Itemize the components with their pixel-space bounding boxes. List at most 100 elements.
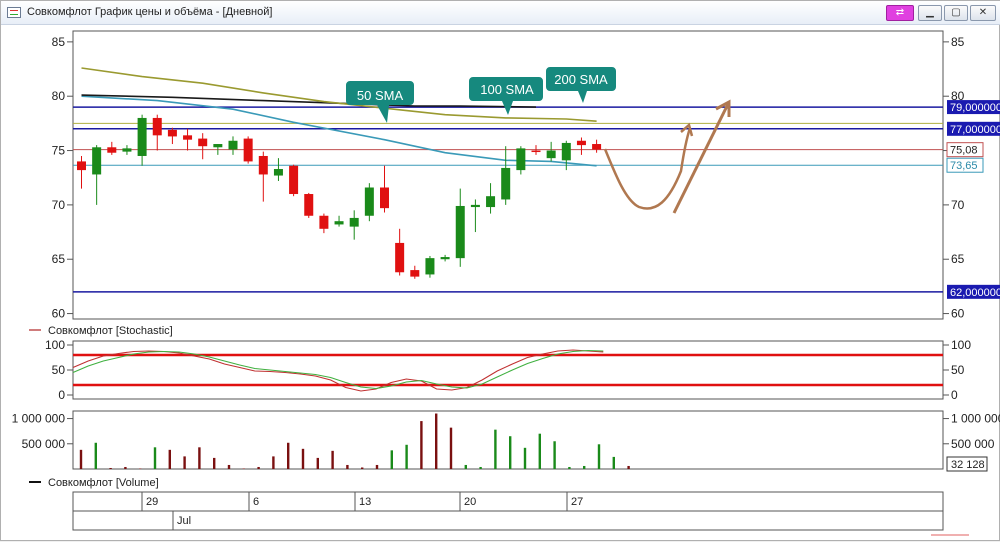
volume-bar — [168, 449, 171, 469]
stoch-tick-label-right: 100 — [951, 338, 971, 352]
date-tick-label: 27 — [571, 496, 583, 508]
volume-bar — [79, 449, 83, 469]
candle-body — [258, 155, 268, 175]
link-button[interactable]: ⇄ — [886, 5, 914, 21]
level-label: 62,000000 — [950, 287, 1000, 299]
volume-bar — [435, 413, 438, 469]
stoch-tick-label-left: 100 — [45, 338, 65, 352]
title-bar[interactable]: Совкомфлот График цены и объёма - [Дневн… — [1, 1, 1000, 25]
volume-bar — [227, 464, 231, 469]
price-axis-left: 85 80 75 70 65 60 — [52, 35, 73, 321]
candle-body — [228, 140, 238, 150]
candle-body — [107, 147, 117, 153]
volume-bar — [109, 467, 112, 469]
volume-bar — [597, 444, 601, 469]
volume-bar — [272, 456, 275, 469]
stoch-tick-label-right: 0 — [951, 388, 958, 402]
minimize-button[interactable]: ▁ — [918, 5, 942, 21]
candle-body — [395, 242, 405, 273]
price-tick-label-left: 80 — [52, 89, 66, 103]
volume-bar — [361, 467, 364, 469]
date-tick-label: 6 — [253, 496, 259, 508]
candle-body — [546, 150, 556, 159]
month-label: Jul — [177, 515, 191, 527]
candle-body — [319, 215, 329, 229]
price-panel[interactable]: 85 80 75 70 65 60 85 80 75 70 65 60 50 SMA 100 SMA — [52, 30, 1000, 321]
volume-bar — [331, 450, 334, 469]
price-label: 73,65 — [950, 160, 978, 172]
candle-body — [198, 138, 208, 147]
price-tick-label-left: 60 — [52, 307, 66, 321]
candle-body — [92, 147, 102, 175]
volume-bar — [523, 447, 527, 469]
volume-bar — [538, 433, 541, 469]
volume-bar — [375, 464, 379, 469]
volume-tick-label-left: 1 000 000 — [12, 412, 66, 426]
stoch-tick-label-right: 50 — [951, 363, 965, 377]
price-label: 75,08 — [950, 145, 978, 157]
date-axis[interactable]: 29 6 13 20 27 Jul — [72, 491, 944, 531]
price-tick-label-left: 85 — [52, 35, 66, 49]
stochastic-panel[interactable]: Совкомфлот [Stochastic] 100 100 50 50 0 0 — [29, 325, 971, 402]
volume-bar — [257, 466, 260, 469]
stoch-tick-label-left: 50 — [52, 363, 66, 377]
callout-label-50: 50 SMA — [357, 88, 404, 103]
candle-body — [561, 142, 571, 161]
volume-bar — [198, 447, 201, 469]
volume-bar — [583, 465, 586, 469]
candle-body — [501, 167, 511, 200]
candle-body — [77, 161, 86, 171]
candle-body — [531, 150, 541, 153]
candle-body — [243, 138, 253, 162]
volume-bar — [287, 442, 290, 469]
candle-body — [137, 117, 147, 156]
price-tick-label-right: 85 — [951, 35, 965, 49]
volume-bar — [139, 468, 142, 469]
volume-panel[interactable]: 1 000 000 1 000 000500 000 500 000 32 128 … — [12, 410, 1000, 489]
volume-bar — [242, 468, 245, 469]
volume-bar — [183, 456, 186, 469]
volume-bar — [346, 464, 349, 469]
volume-bar — [124, 466, 127, 469]
chart-app-icon — [7, 7, 21, 18]
candle-body — [410, 270, 420, 277]
date-tick-label: 20 — [464, 496, 476, 508]
candle-body — [380, 187, 389, 209]
volume-bar — [316, 457, 319, 469]
volume-legend: Совкомфлот [Volume] — [48, 477, 159, 489]
candle-body — [349, 217, 359, 227]
volume-bar — [301, 448, 305, 469]
maximize-button[interactable]: ▢ — [944, 5, 968, 21]
volume-last-value: 32 128 — [951, 459, 985, 471]
candle-body — [213, 144, 223, 148]
candle — [425, 255, 435, 278]
candle-body — [440, 257, 450, 260]
candle-body — [167, 129, 177, 137]
stoch-tick-label-left: 0 — [58, 388, 65, 402]
volume-bar — [464, 464, 467, 469]
close-button[interactable]: ✕ — [970, 5, 996, 21]
price-tick-label-right: 60 — [951, 307, 965, 321]
price-tick-label-right: 70 — [951, 198, 965, 212]
volume-bar — [405, 444, 408, 469]
candle-body — [364, 187, 374, 216]
candle — [289, 164, 299, 197]
volume-tick-label-left: 500 000 — [22, 437, 66, 451]
volume-bar — [94, 442, 97, 469]
volume-bar — [390, 450, 393, 469]
volume-bar — [553, 441, 556, 469]
candle-body — [334, 221, 344, 225]
price-tick-label-right: 65 — [951, 252, 965, 266]
volume-tick-label-right: 1 000 000 — [951, 412, 1000, 426]
callout-label-100: 100 SMA — [480, 82, 534, 97]
volume-bar — [627, 465, 630, 469]
candle-body — [486, 196, 496, 208]
candle-body — [122, 148, 132, 152]
candle-body — [592, 144, 602, 150]
volume-tick-label-right: 500 000 — [951, 437, 995, 451]
candle-body — [516, 148, 526, 171]
candle — [304, 192, 314, 218]
volume-bar — [420, 421, 423, 469]
price-axis-right: 858075706560 — [943, 35, 965, 321]
date-tick-label: 13 — [359, 496, 371, 508]
